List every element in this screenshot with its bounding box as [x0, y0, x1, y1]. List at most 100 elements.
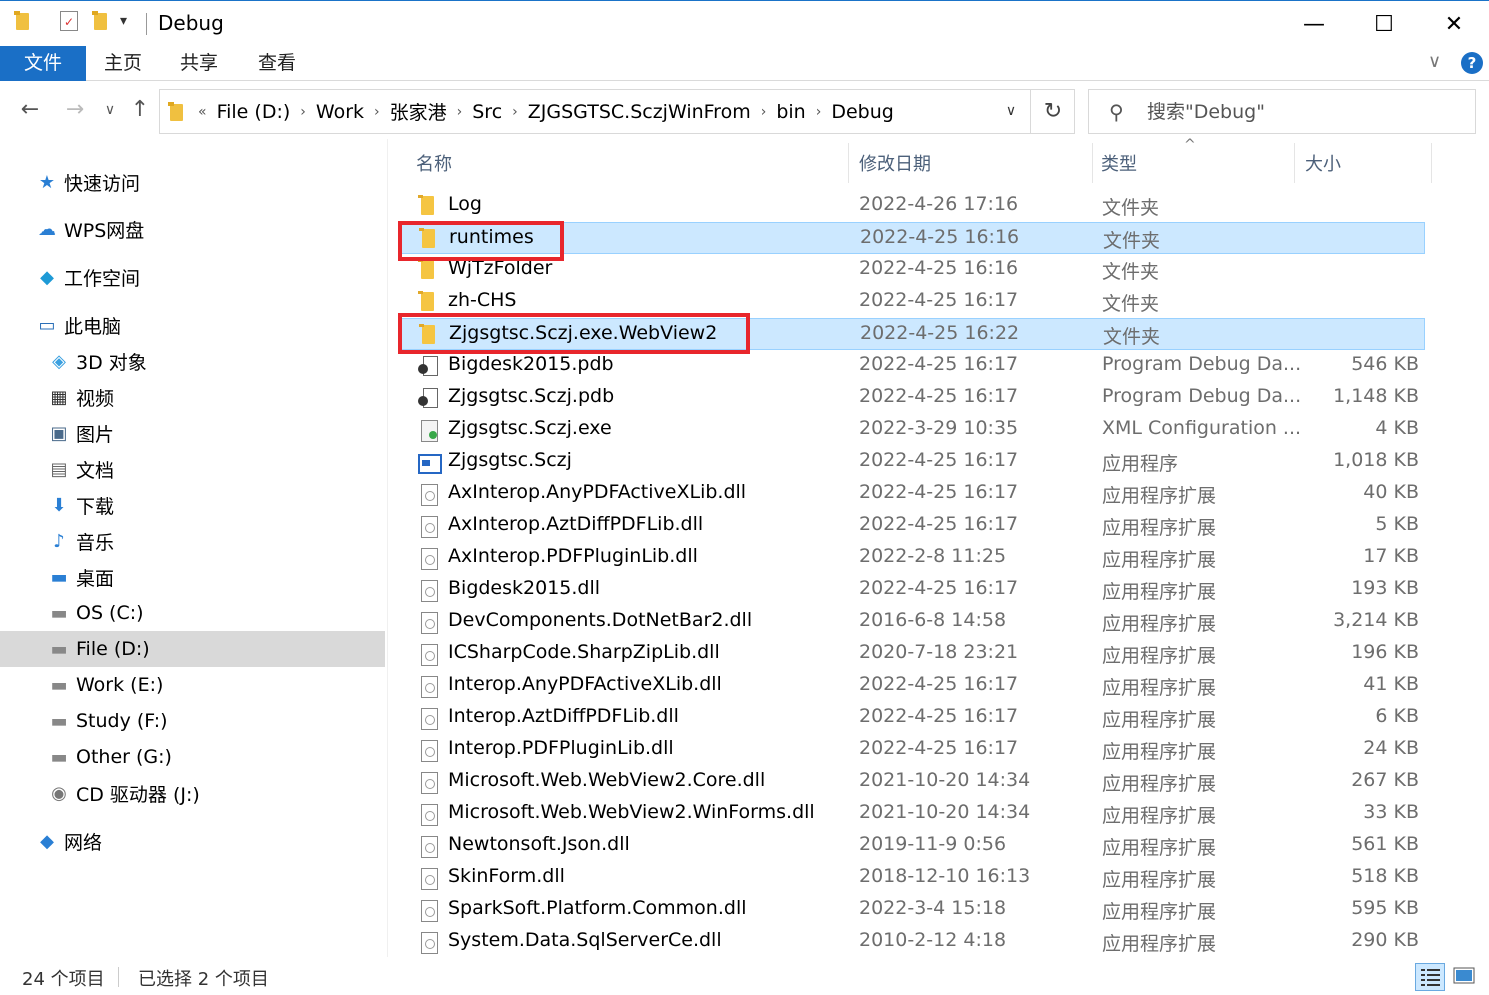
help-icon[interactable]: ? [1461, 52, 1483, 74]
file-row[interactable]: Zjgsgtsc.Sczj.exe 2022-3-29 10:35 XML Conf… [398, 414, 1425, 446]
crumb-separator[interactable]: › [296, 104, 310, 120]
sidebar-item[interactable]: ▬ OS (C:) [0, 595, 385, 631]
crumb-separator[interactable]: › [757, 104, 771, 120]
file-row[interactable]: SparkSoft.Platform.Common.dll 2022-3-4 15… [398, 894, 1425, 926]
file-name: Newtonsoft.Json.dll [448, 833, 630, 855]
crumb-work[interactable]: Work [310, 101, 370, 123]
sidebar-item[interactable]: ▬ Study (F:) [0, 703, 385, 739]
sidebar-item[interactable]: ◈ 3D 对象 [0, 343, 385, 379]
crumb-debug[interactable]: Debug [825, 101, 899, 123]
sidebar-item[interactable]: ★ 快速访问 [0, 164, 385, 200]
crumb-separator[interactable]: › [812, 104, 826, 120]
close-button[interactable]: ✕ [1419, 1, 1489, 47]
file-row[interactable]: Interop.PDFPluginLib.dll 2022-4-25 16:17 应… [398, 734, 1425, 766]
sidebar-item[interactable]: ▬ Work (E:) [0, 667, 385, 703]
search-input[interactable] [1147, 96, 1467, 128]
sidebar-item-label: Work (E:) [76, 674, 164, 696]
column-header-name[interactable]: 名称 [416, 150, 452, 176]
file-row[interactable]: Zjgsgtsc.Sczj.exe.WebView2 2022-4-25 16:2… [398, 318, 1425, 350]
forward-button[interactable]: → [60, 96, 90, 126]
tab-file[interactable]: 文件 [0, 46, 86, 81]
minimize-button[interactable]: — [1279, 1, 1349, 47]
sidebar-item[interactable]: ♪ 音乐 [0, 523, 385, 559]
file-row[interactable]: ICSharpCode.SharpZipLib.dll 2020-7-18 23:… [398, 638, 1425, 670]
file-type: 应用程序扩展 [1102, 517, 1217, 539]
file-row[interactable]: Zjgsgtsc.Sczj.pdb 2022-4-25 16:17 Program … [398, 382, 1425, 414]
sidebar-item[interactable]: ▤ 文档 [0, 451, 385, 487]
crumb-project[interactable]: ZJGSGTSC.SczjWinFrom [522, 101, 757, 123]
file-name: Bigdesk2015.pdb [448, 353, 614, 375]
file-row[interactable]: Newtonsoft.Json.dll 2019-11-9 0:56 应用程序扩展 5… [398, 830, 1425, 862]
sidebar-item[interactable]: ▬ File (D:) [0, 631, 385, 667]
crumb-src[interactable]: Src [466, 101, 508, 123]
file-row[interactable]: Interop.AztDiffPDFLib.dll 2022-4-25 16:17… [398, 702, 1425, 734]
maximize-button[interactable]: ☐ [1349, 1, 1419, 47]
sidebar-item[interactable]: ▦ 视频 [0, 379, 385, 415]
file-row[interactable]: AxInterop.PDFPluginLib.dll 2022-2-8 11:25… [398, 542, 1425, 574]
crumb-separator[interactable]: › [508, 104, 522, 120]
refresh-button[interactable]: ↻ [1030, 90, 1075, 133]
file-row[interactable]: AxInterop.AztDiffPDFLib.dll 2022-4-25 16:… [398, 510, 1425, 542]
address-bar[interactable]: « File (D:) › Work › 张家港 › Src › ZJGSGTS… [159, 89, 1075, 134]
file-row[interactable]: Zjgsgtsc.Sczj 2022-4-25 16:17 应用程序 1,018 KB [398, 446, 1425, 478]
customize-toolbar-icon[interactable]: ▾ [120, 13, 127, 39]
sidebar-item[interactable]: ◆ 工作空间 [0, 259, 385, 295]
up-button[interactable]: ↑ [125, 96, 155, 126]
file-row[interactable]: Bigdesk2015.pdb 2022-4-25 16:17 Program De… [398, 350, 1425, 382]
crumb-separator[interactable]: › [370, 104, 384, 120]
sidebar-item[interactable]: ▬ 桌面 [0, 559, 385, 595]
file-type: 应用程序扩展 [1102, 901, 1217, 923]
file-size: 1,018 KB [1333, 449, 1419, 471]
file-row[interactable]: Microsoft.Web.WebView2.Core.dll 2021-10-2… [398, 766, 1425, 798]
file-row[interactable]: DevComponents.DotNetBar2.dll 2016-6-8 14:… [398, 606, 1425, 638]
file-row[interactable]: Interop.AnyPDFActiveXLib.dll 2022-4-25 16… [398, 670, 1425, 702]
sidebar-item[interactable]: ◉ CD 驱动器 (J:) [0, 775, 385, 811]
search-box[interactable]: ⚲ [1088, 89, 1476, 134]
column-divider[interactable] [848, 143, 849, 183]
tab-view[interactable]: 查看 [244, 46, 310, 81]
recent-locations-button[interactable]: ∨ [95, 96, 125, 126]
details-view-button[interactable] [1415, 963, 1445, 991]
file-row[interactable]: System.Data.SqlServerCe.dll 2010-2-12 4:1… [398, 926, 1425, 958]
properties-icon[interactable]: ✓ [60, 11, 78, 31]
sidebar-item-label: OS (C:) [76, 602, 144, 624]
file-date: 2021-10-20 14:34 [859, 769, 1031, 791]
sidebar-item[interactable]: ▭ 此电脑 [0, 307, 385, 343]
overflow-chevron[interactable]: « [194, 104, 211, 120]
column-divider[interactable] [1092, 143, 1093, 183]
sidebar-item[interactable]: ▣ 图片 [0, 415, 385, 451]
drive-icon: ▬ [50, 674, 68, 696]
file-row[interactable]: Microsoft.Web.WebView2.WinForms.dll 2021-… [398, 798, 1425, 830]
column-divider[interactable] [1294, 143, 1295, 183]
file-row[interactable]: Log 2022-4-26 17:16 文件夹 [398, 190, 1425, 222]
address-dropdown-button[interactable]: ∨ [992, 90, 1030, 133]
column-divider[interactable] [1431, 143, 1432, 183]
tab-home[interactable]: 主页 [90, 46, 156, 81]
file-name: WjTzFolder [448, 257, 553, 279]
sidebar-item[interactable]: ◆ 网络 [0, 823, 385, 859]
tab-share[interactable]: 共享 [166, 46, 232, 81]
file-date: 2022-4-25 16:17 [859, 353, 1019, 375]
file-row[interactable]: WjTzFolder 2022-4-25 16:16 文件夹 [398, 254, 1425, 286]
sidebar-item[interactable]: ☁ WPS网盘 [0, 211, 385, 247]
file-size: 4 KB [1375, 417, 1419, 439]
file-row[interactable]: SkinForm.dll 2018-12-10 16:13 应用程序扩展 518 KB [398, 862, 1425, 894]
sidebar-item[interactable]: ⬇ 下载 [0, 487, 385, 523]
column-header-size[interactable]: 大小 [1305, 150, 1341, 176]
sidebar-item[interactable]: ▬ Other (G:) [0, 739, 385, 775]
column-header-type[interactable]: 类型 [1101, 150, 1137, 176]
crumb-bin[interactable]: bin [770, 101, 811, 123]
crumb-zhangjiagang[interactable]: 张家港 [384, 98, 453, 125]
file-row[interactable]: zh-CHS 2022-4-25 16:17 文件夹 [398, 286, 1425, 318]
new-folder-icon[interactable] [92, 11, 110, 37]
film-icon: ▦ [50, 386, 68, 408]
expand-ribbon-icon[interactable]: ∨ [1428, 51, 1441, 72]
file-row[interactable]: AxInterop.AnyPDFActiveXLib.dll 2022-4-25 … [398, 478, 1425, 510]
back-button[interactable]: ← [15, 96, 45, 126]
file-row[interactable]: runtimes 2022-4-25 16:16 文件夹 [398, 222, 1425, 254]
crumb-separator[interactable]: › [453, 104, 467, 120]
file-row[interactable]: Bigdesk2015.dll 2022-4-25 16:17 应用程序扩展 193 … [398, 574, 1425, 606]
column-header-date[interactable]: 修改日期 [859, 150, 931, 176]
large-icons-view-button[interactable] [1450, 963, 1480, 991]
crumb-file-d[interactable]: File (D:) [211, 101, 297, 123]
